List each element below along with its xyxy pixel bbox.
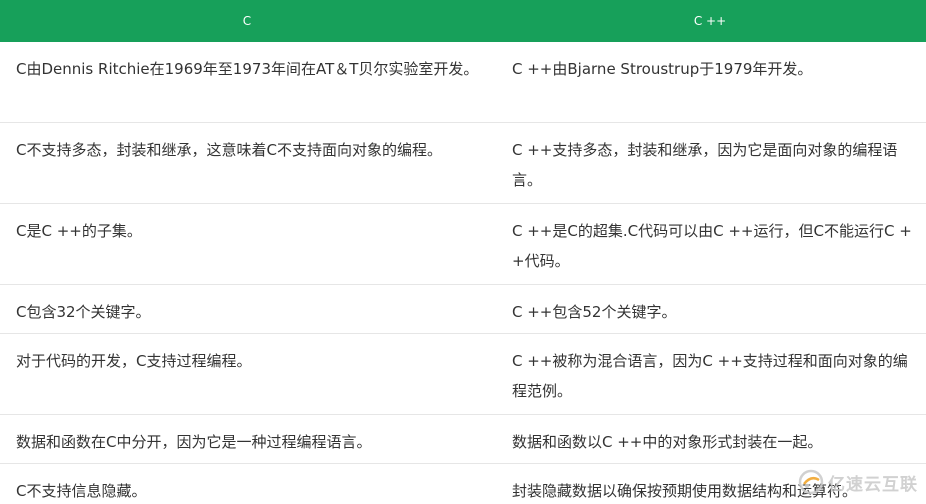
table-row: 数据和函数在C中分开，因为它是一种过程编程语言。 数据和函数以C ++中的对象形… (0, 414, 926, 464)
page: C C ++ C由Dennis Ritchie在1969年至1973年间在AT＆… (0, 0, 926, 504)
cell-c: C不支持多态，封装和继承，这意味着C不支持面向对象的编程。 (0, 122, 494, 204)
table-header-row: C C ++ (0, 0, 926, 42)
cell-cpp: C ++包含52个关键字。 (494, 284, 926, 334)
cell-cpp: 数据和函数以C ++中的对象形式封装在一起。 (494, 414, 926, 464)
table-row: C由Dennis Ritchie在1969年至1973年间在AT＆T贝尔实验室开… (0, 42, 926, 123)
cell-c: 数据和函数在C中分开，因为它是一种过程编程语言。 (0, 414, 494, 464)
cell-c: C不支持信息隐藏。 (0, 463, 494, 504)
header-c: C (0, 0, 494, 42)
cell-cpp: C ++是C的超集.C代码可以由C ++运行，但C不能运行C ++代码。 (494, 203, 926, 285)
header-cpp: C ++ (494, 0, 926, 42)
cell-cpp: C ++被称为混合语言，因为C ++支持过程和面向对象的编程范例。 (494, 333, 926, 415)
cell-c: C由Dennis Ritchie在1969年至1973年间在AT＆T贝尔实验室开… (0, 42, 494, 123)
table-row: C不支持多态，封装和继承，这意味着C不支持面向对象的编程。 C ++支持多态，封… (0, 122, 926, 204)
table-row: C不支持信息隐藏。 封装隐藏数据以确保按预期使用数据结构和运算符。 (0, 463, 926, 504)
watermark-text: 亿速云互联 (828, 474, 918, 495)
brand-logo-icon (798, 469, 824, 495)
table-row: C是C ++的子集。 C ++是C的超集.C代码可以由C ++运行，但C不能运行… (0, 203, 926, 285)
cell-c: C是C ++的子集。 (0, 203, 494, 285)
table-row: 对于代码的开发，C支持过程编程。 C ++被称为混合语言，因为C ++支持过程和… (0, 333, 926, 415)
cell-cpp: C ++由Bjarne Stroustrup于1979年开发。 (494, 42, 926, 123)
cell-c: 对于代码的开发，C支持过程编程。 (0, 333, 494, 415)
cell-c: C包含32个关键字。 (0, 284, 494, 334)
comparison-table: C C ++ C由Dennis Ritchie在1969年至1973年间在AT＆… (0, 0, 926, 504)
table-row: C包含32个关键字。 C ++包含52个关键字。 (0, 284, 926, 334)
watermark: 亿速云互联 (798, 468, 918, 496)
cell-cpp: C ++支持多态，封装和继承，因为它是面向对象的编程语言。 (494, 122, 926, 204)
